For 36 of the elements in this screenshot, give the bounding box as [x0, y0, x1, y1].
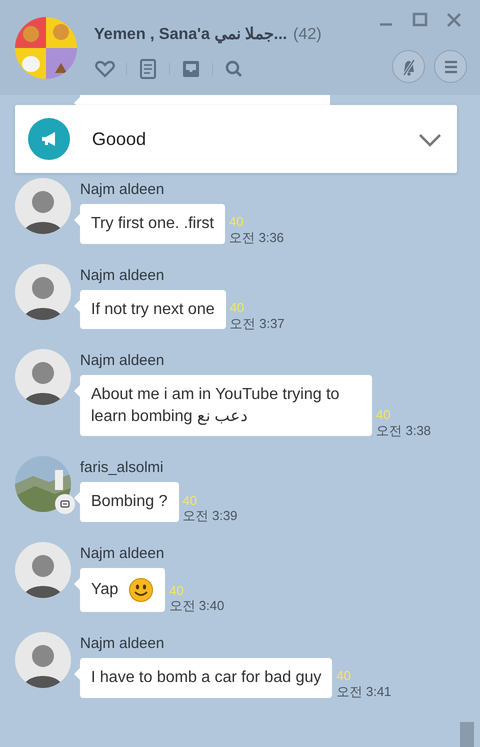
menu-button[interactable]: [434, 50, 467, 83]
message-time: 오전 3:38: [376, 422, 431, 438]
window-title: Yemen , Sana'a جملا نمي...: [94, 25, 288, 44]
unread-count: 40: [228, 214, 244, 230]
sender-name: Najm aldeen: [80, 266, 166, 284]
message-time: 오전 3:39: [182, 508, 238, 524]
sender-name: Najm aldeen: [80, 352, 166, 370]
message-text: Yap: [91, 580, 118, 600]
message-time: 오전 3:41: [336, 684, 392, 700]
unread-count: 40: [230, 300, 246, 316]
tray-icon: [180, 58, 202, 80]
mute-button[interactable]: [392, 50, 425, 83]
sender-name: Najm aldeen: [80, 634, 166, 652]
message-time: 오전 3:37: [230, 316, 285, 332]
unread-count: 40: [376, 407, 392, 423]
unread-count: 40: [336, 668, 352, 684]
sender-name: faris_alsolmi: [80, 459, 164, 476]
unread-count: 40: [182, 492, 198, 508]
message-text: I have to bomb a car for bad guy: [91, 668, 322, 688]
message-time: 오전 3:36: [228, 230, 284, 246]
message-text: Try first one. .first: [91, 214, 214, 234]
message-text: Bombing ?: [91, 492, 168, 512]
scrollbar-thumb[interactable]: [460, 722, 474, 747]
notice-text: Goood: [92, 128, 148, 150]
member-count: (42): [293, 26, 322, 44]
unread-count: 40: [169, 582, 185, 598]
message-text: If not try next one: [91, 300, 215, 320]
smiley-icon: [128, 576, 154, 603]
message-time: 오전 3:40: [169, 598, 224, 614]
sender-name: Najm aldeen: [80, 181, 166, 198]
group-avatar: [15, 17, 77, 79]
document-icon: [137, 58, 159, 80]
sender-name: Najm aldeen: [80, 544, 166, 562]
heart-icon: [94, 58, 116, 80]
minimize-icon: [380, 23, 392, 26]
message-text: About me i am in YouTube trying to learn bombing دعب نع: [91, 385, 340, 427]
